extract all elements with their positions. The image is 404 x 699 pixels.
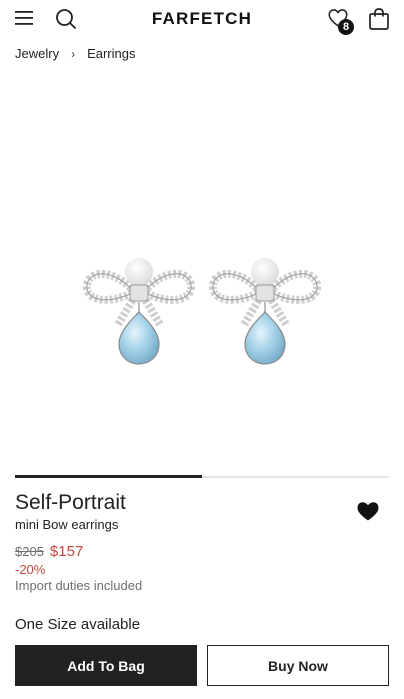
add-to-wishlist-heart-icon[interactable]	[356, 500, 380, 522]
wishlist-count-badge: 8	[338, 19, 354, 35]
brand-name[interactable]: Self-Portrait	[15, 491, 126, 515]
wishlist-button[interactable]: 8	[327, 7, 355, 35]
product-name: mini Bow earrings	[15, 517, 119, 532]
carousel-progress	[15, 475, 389, 478]
sale-price: $157	[49, 543, 84, 560]
add-to-bag-button[interactable]: Add To Bag	[15, 645, 197, 686]
size-availability: One Size available	[15, 616, 141, 633]
breadcrumb-separator: ›	[71, 46, 76, 61]
product-image-carousel[interactable]	[0, 72, 404, 472]
original-price: $205	[15, 544, 44, 559]
import-duties-note: Import duties included	[15, 578, 143, 593]
breadcrumb: Jewelry › Earrings	[15, 46, 136, 61]
buy-now-button[interactable]: Buy Now	[207, 645, 389, 686]
top-nav-bar: FARFETCH 8	[0, 0, 404, 38]
product-image	[0, 72, 404, 472]
discount-label: -20%	[15, 562, 46, 577]
carousel-progress-fill	[15, 475, 202, 478]
breadcrumb-jewelry[interactable]: Jewelry	[15, 46, 59, 61]
price-row: $205 $157	[15, 543, 83, 560]
bag-icon[interactable]	[368, 7, 390, 31]
breadcrumb-earrings[interactable]: Earrings	[87, 46, 135, 61]
